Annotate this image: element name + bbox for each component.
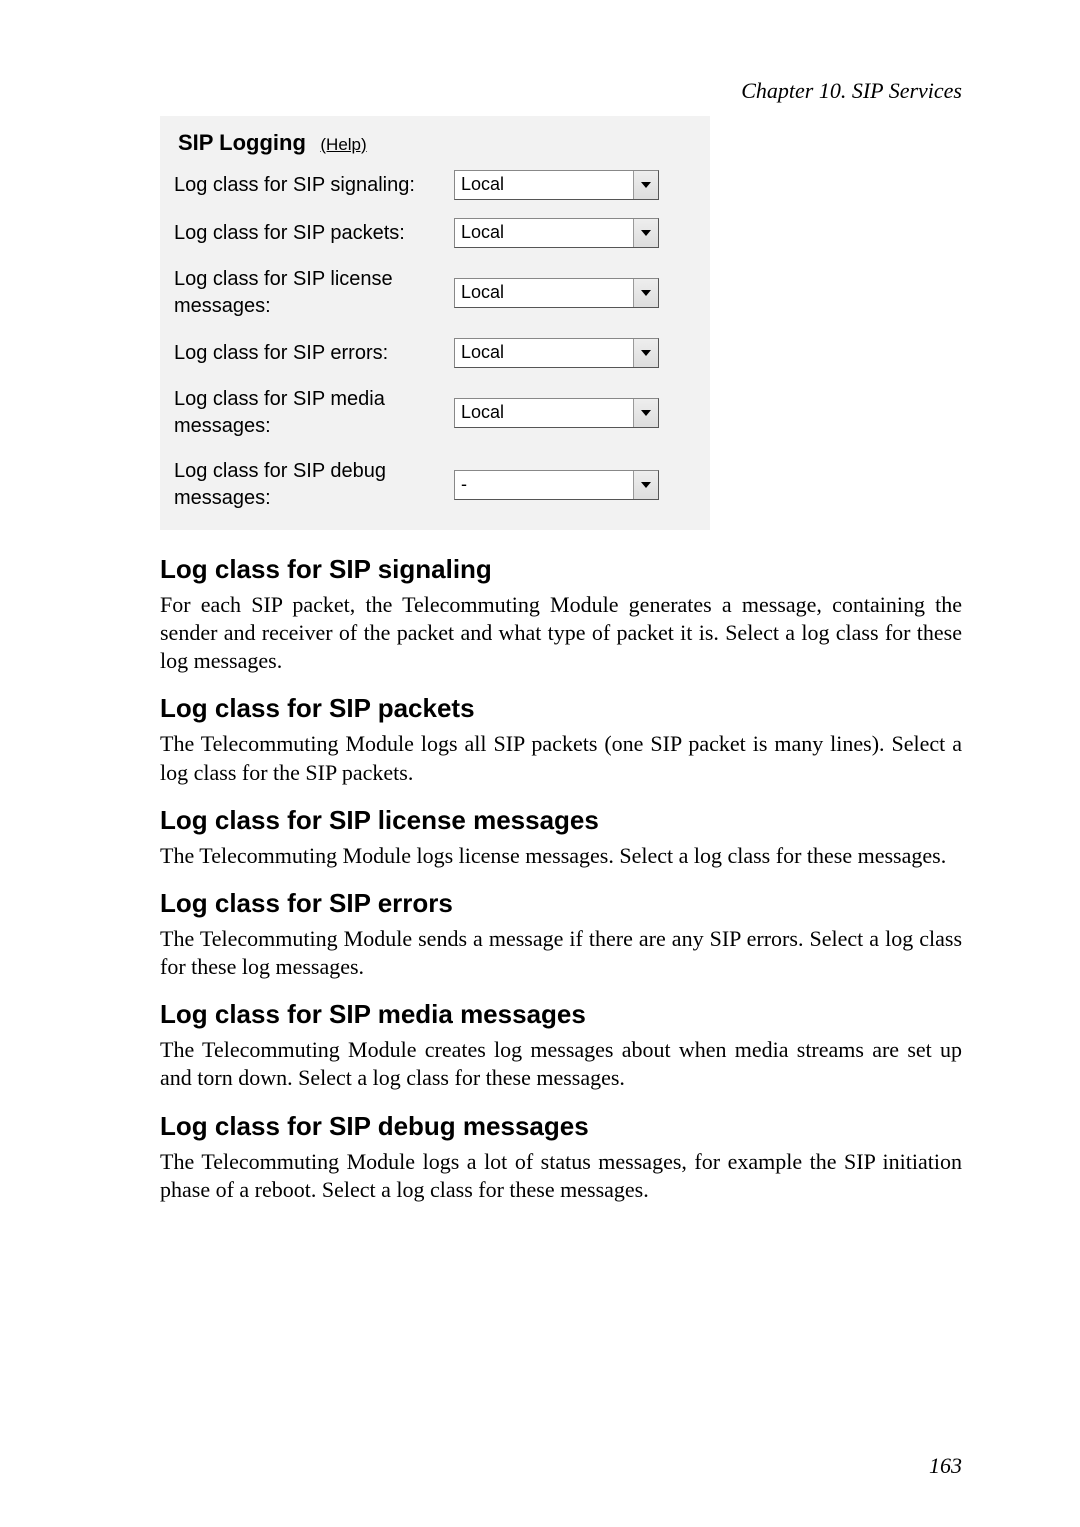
section-body: The Telecommuting Module logs a lot of s… <box>160 1148 962 1204</box>
section-sip-media: Log class for SIP media messages The Tel… <box>160 999 962 1092</box>
select-value: Local <box>455 339 633 367</box>
select-sip-signaling[interactable]: Local <box>454 170 659 200</box>
row-sip-debug: Log class for SIP debug messages: - <box>174 458 696 512</box>
section-sip-signaling: Log class for SIP signaling For each SIP… <box>160 554 962 675</box>
select-wrap: Local <box>454 338 659 368</box>
select-wrap: Local <box>454 278 659 308</box>
section-body: The Telecommuting Module logs all SIP pa… <box>160 730 962 786</box>
section-body: The Telecommuting Module sends a message… <box>160 925 962 981</box>
panel-title-row: SIP Logging (Help) <box>178 130 696 156</box>
select-wrap: Local <box>454 170 659 200</box>
chevron-down-icon[interactable] <box>633 171 658 199</box>
section-sip-errors: Log class for SIP errors The Telecommuti… <box>160 888 962 981</box>
section-sip-license: Log class for SIP license messages The T… <box>160 805 962 870</box>
row-sip-packets: Log class for SIP packets: Local <box>174 218 696 248</box>
row-sip-license: Log class for SIP license messages: Loca… <box>174 266 696 320</box>
select-sip-errors[interactable]: Local <box>454 338 659 368</box>
page-number: 163 <box>929 1453 962 1479</box>
label-sip-errors: Log class for SIP errors: <box>174 340 454 367</box>
select-value: Local <box>455 171 633 199</box>
select-value: - <box>455 471 633 499</box>
select-value: Local <box>455 279 633 307</box>
chevron-down-icon[interactable] <box>633 339 658 367</box>
page: Chapter 10. SIP Services SIP Logging (He… <box>0 0 1080 1527</box>
select-wrap: - <box>454 470 659 500</box>
section-body: For each SIP packet, the Telecommuting M… <box>160 591 962 675</box>
select-wrap: Local <box>454 398 659 428</box>
label-sip-media: Log class for SIP media messages: <box>174 386 454 440</box>
section-heading: Log class for SIP media messages <box>160 999 962 1030</box>
section-heading: Log class for SIP packets <box>160 693 962 724</box>
panel-title: SIP Logging <box>178 130 306 155</box>
select-sip-debug[interactable]: - <box>454 470 659 500</box>
select-sip-license[interactable]: Local <box>454 278 659 308</box>
select-sip-media[interactable]: Local <box>454 398 659 428</box>
row-sip-signaling: Log class for SIP signaling: Local <box>174 170 696 200</box>
select-sip-packets[interactable]: Local <box>454 218 659 248</box>
row-sip-errors: Log class for SIP errors: Local <box>174 338 696 368</box>
label-sip-license: Log class for SIP license messages: <box>174 266 454 320</box>
chevron-down-icon[interactable] <box>633 279 658 307</box>
section-heading: Log class for SIP license messages <box>160 805 962 836</box>
section-body: The Telecommuting Module logs license me… <box>160 842 962 870</box>
select-value: Local <box>455 219 633 247</box>
label-sip-signaling: Log class for SIP signaling: <box>174 172 454 199</box>
row-sip-media: Log class for SIP media messages: Local <box>174 386 696 440</box>
section-sip-debug: Log class for SIP debug messages The Tel… <box>160 1111 962 1204</box>
label-sip-packets: Log class for SIP packets: <box>174 220 454 247</box>
help-link[interactable]: (Help) <box>320 135 366 154</box>
label-sip-debug: Log class for SIP debug messages: <box>174 458 454 512</box>
sip-logging-panel: SIP Logging (Help) Log class for SIP sig… <box>160 116 710 530</box>
section-heading: Log class for SIP debug messages <box>160 1111 962 1142</box>
section-body: The Telecommuting Module creates log mes… <box>160 1036 962 1092</box>
section-sip-packets: Log class for SIP packets The Telecommut… <box>160 693 962 786</box>
section-heading: Log class for SIP errors <box>160 888 962 919</box>
select-value: Local <box>455 399 633 427</box>
chevron-down-icon[interactable] <box>633 471 658 499</box>
chapter-header: Chapter 10. SIP Services <box>160 78 962 104</box>
chevron-down-icon[interactable] <box>633 399 658 427</box>
section-heading: Log class for SIP signaling <box>160 554 962 585</box>
chevron-down-icon[interactable] <box>633 219 658 247</box>
select-wrap: Local <box>454 218 659 248</box>
